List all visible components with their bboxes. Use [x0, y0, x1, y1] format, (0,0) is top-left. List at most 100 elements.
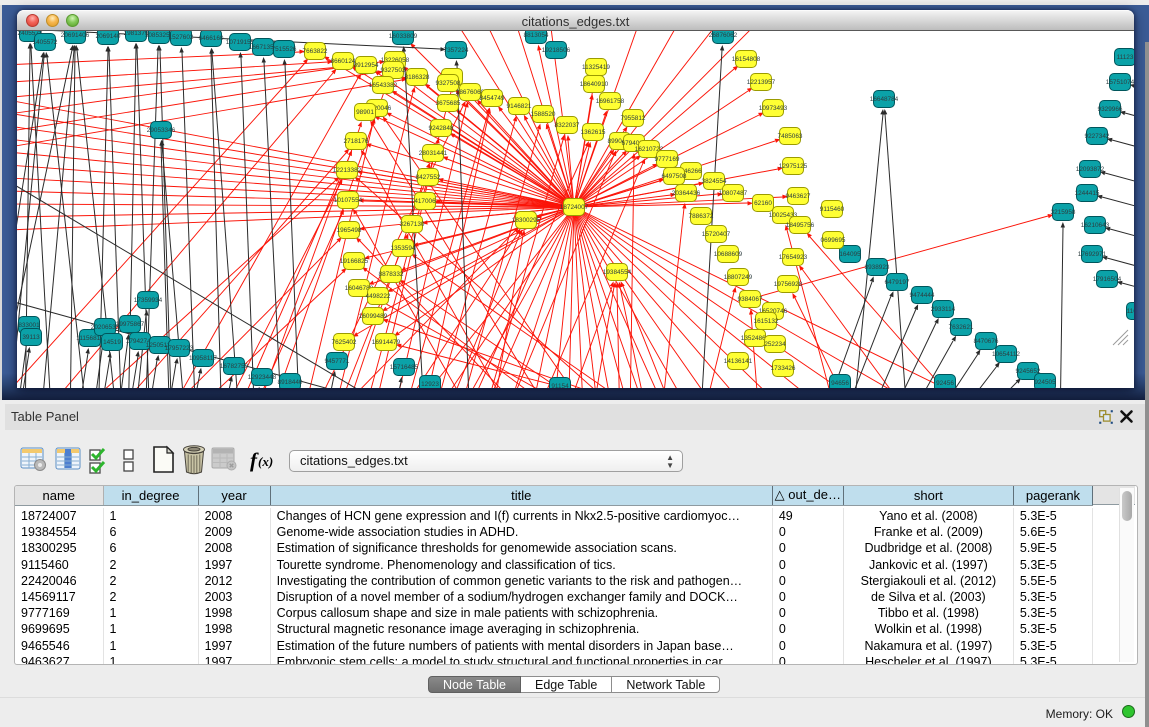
svg-text:16033809: 16033809: [389, 33, 418, 40]
svg-text:12213382: 12213382: [333, 167, 362, 174]
svg-text:8427552: 8427552: [416, 174, 441, 181]
svg-text:7886372: 7886372: [689, 213, 714, 220]
svg-text:28031441: 28031441: [419, 150, 448, 157]
svg-text:17957223: 17957223: [165, 345, 194, 352]
svg-text:6479197: 6479197: [885, 279, 910, 286]
svg-text:17692971: 17692971: [1078, 251, 1107, 258]
svg-text:9777169: 9777169: [655, 156, 680, 163]
svg-text:26876062: 26876062: [709, 32, 738, 39]
svg-text:17359934: 17359934: [134, 297, 163, 304]
svg-text:(x): (x): [258, 454, 273, 469]
svg-text:7515526: 7515526: [272, 46, 297, 53]
svg-text:10973493: 10973493: [759, 105, 788, 112]
svg-text:1362615: 1362615: [581, 129, 606, 136]
svg-text:12093872: 12093872: [1076, 166, 1105, 173]
svg-text:16782759: 16782759: [220, 363, 249, 370]
svg-text:11123: 11123: [1117, 54, 1134, 61]
svg-text:16154808: 16154808: [732, 56, 761, 63]
svg-text:92456: 92456: [936, 380, 954, 387]
svg-text:14136141: 14136141: [724, 358, 753, 365]
svg-text:8938923: 8938923: [865, 264, 890, 271]
svg-text:1527602: 1527602: [169, 34, 194, 41]
svg-text:15716485: 15716485: [390, 364, 419, 371]
svg-text:8878332: 8878332: [379, 271, 404, 278]
svg-text:3267130: 3267130: [400, 221, 425, 228]
svg-text:2069140: 2069140: [96, 33, 121, 40]
svg-text:94656: 94656: [831, 380, 849, 387]
svg-text:3824554: 3824554: [702, 178, 727, 185]
svg-text:12213957: 12213957: [747, 79, 776, 86]
svg-text:6497508: 6497508: [662, 173, 687, 180]
svg-text:16099489: 16099489: [359, 313, 388, 320]
svg-text:18724007: 18724007: [560, 204, 589, 211]
svg-text:8322037: 8322037: [555, 122, 580, 129]
svg-text:1965498: 1965498: [337, 227, 362, 234]
svg-text:10107554: 10107554: [334, 197, 363, 204]
svg-text:1733426: 1733426: [771, 365, 796, 372]
svg-text:9463627: 9463627: [786, 193, 811, 200]
svg-text:18807249: 18807249: [724, 274, 753, 281]
svg-text:16914479: 16914479: [372, 339, 401, 346]
svg-text:3215958: 3215958: [1051, 209, 1076, 216]
svg-text:91154: 91154: [551, 383, 569, 388]
svg-text:12923448: 12923448: [248, 374, 277, 381]
svg-text:8918440: 8918440: [278, 379, 303, 386]
svg-text:62160: 62160: [754, 200, 772, 207]
svg-text:9227342: 9227342: [1085, 133, 1110, 140]
svg-text:7625402: 7625402: [332, 339, 357, 346]
svg-text:15751074: 15751074: [1106, 79, 1134, 86]
svg-text:19218506: 19218506: [542, 47, 571, 54]
svg-text:9327503: 9327503: [381, 67, 406, 74]
svg-text:252234: 252234: [764, 341, 786, 348]
svg-text:20691406: 20691406: [61, 32, 90, 39]
svg-text:1353594: 1353594: [391, 245, 416, 252]
svg-text:8454749: 8454749: [480, 95, 505, 102]
svg-text:6466160: 6466160: [199, 35, 224, 42]
svg-text:17916504: 17916504: [1093, 276, 1122, 283]
svg-text:1405572: 1405572: [33, 39, 58, 46]
svg-text:924505: 924505: [1034, 379, 1056, 386]
svg-text:29053346: 29053346: [147, 127, 176, 134]
svg-text:18640910: 18640910: [580, 81, 609, 88]
svg-text:8660124: 8660124: [331, 58, 356, 65]
svg-text:17654923: 17654923: [779, 254, 808, 261]
svg-text:10688609: 10688609: [714, 251, 743, 258]
svg-text:12975125: 12975125: [779, 163, 808, 170]
svg-text:4498222: 4498222: [366, 293, 391, 300]
svg-text:9327508: 9327508: [436, 80, 461, 87]
svg-text:164095: 164095: [839, 251, 861, 258]
svg-text:8186328: 8186328: [405, 74, 430, 81]
svg-text:417006: 417006: [414, 198, 436, 205]
svg-text:10654112: 10654112: [992, 351, 1020, 358]
svg-text:98901: 98901: [356, 109, 374, 116]
svg-text:12923: 12923: [421, 381, 439, 388]
svg-text:18300295: 18300295: [512, 217, 541, 224]
svg-text:7485063: 7485063: [778, 133, 803, 140]
svg-text:9115460: 9115460: [820, 206, 845, 213]
svg-text:9242848: 9242848: [429, 125, 454, 132]
svg-text:7663822: 7663822: [303, 48, 328, 55]
svg-text:16961758: 16961758: [596, 98, 625, 105]
svg-text:9384067: 9384067: [738, 296, 763, 303]
svg-text:7357224: 7357224: [444, 47, 469, 54]
svg-text:9146821: 9146821: [507, 103, 532, 110]
svg-text:18495756: 18495756: [786, 222, 815, 229]
svg-text:116753: 116753: [1127, 308, 1134, 315]
svg-text:19756928: 19756928: [774, 281, 803, 288]
svg-text:9474444: 9474444: [910, 292, 935, 299]
svg-text:7955812: 7955812: [621, 115, 646, 122]
svg-text:7632621: 7632621: [949, 324, 974, 331]
svg-text:3675685: 3675685: [436, 100, 461, 107]
svg-text:1244415: 1244415: [1075, 190, 1100, 197]
svg-text:9329966: 9329966: [1098, 106, 1123, 113]
svg-text:11156819: 11156819: [76, 335, 104, 342]
svg-text:8470676: 8470676: [974, 338, 999, 345]
svg-text:10958117: 10958117: [189, 355, 217, 362]
svg-text:14519: 14519: [103, 339, 121, 346]
svg-text:1588520: 1588520: [531, 111, 556, 118]
svg-text:1615132: 1615132: [754, 318, 779, 325]
svg-text:2718176: 2718176: [344, 138, 369, 145]
svg-text:19975867: 19975867: [116, 321, 145, 328]
svg-text:19384554: 19384554: [603, 269, 632, 276]
svg-text:15720407: 15720407: [702, 231, 731, 238]
